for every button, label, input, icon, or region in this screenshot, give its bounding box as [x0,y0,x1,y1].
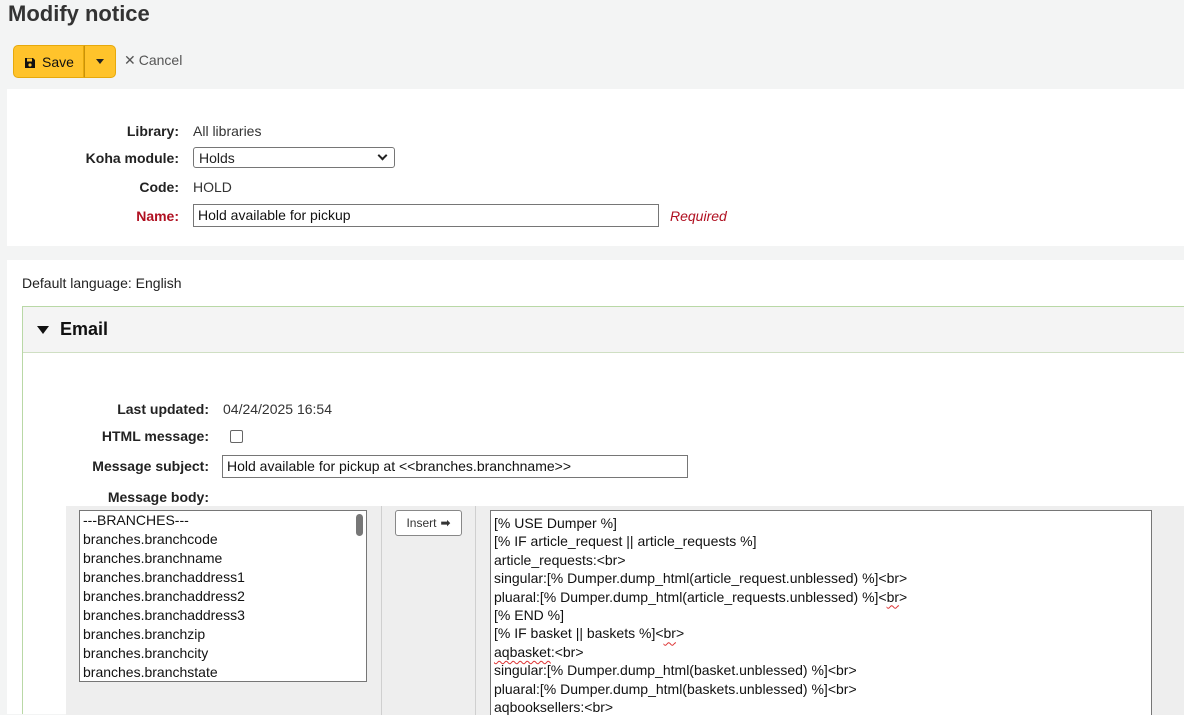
koha-module-value: Holds [199,149,235,166]
email-section-toggle[interactable]: Email [23,307,1184,353]
spellcheck-flagged-text: aqbasket [494,643,551,660]
body-text-segment: [% USE Dumper %] [494,515,617,531]
code-value: HOLD [193,179,232,195]
placeholder-field-option[interactable]: branches.branchcity [80,644,366,663]
message-subject-input[interactable]: Hold available for pickup at <<branches.… [222,455,688,478]
body-text-segment: > [899,588,908,605]
module-row: Koha module: Holds [7,147,1184,174]
save-button-group: Save [13,45,116,78]
placeholder-field-option[interactable]: branches.branchcode [80,530,366,549]
message-body-textarea[interactable]: [% USE Dumper %] [% IF article_request ||… [490,510,1152,715]
message-subject-label: Message subject: [92,458,209,474]
cancel-label: Cancel [138,52,183,68]
body-text-segment: :<br> [580,699,614,715]
module-label: Koha module: [85,150,179,166]
code-label: Code: [139,179,179,195]
message-body-line: [% USE Dumper %] [494,514,1148,532]
spellcheck-flagged-text: br [663,625,676,642]
library-label: Library: [126,123,179,139]
required-note: Required [670,208,727,224]
message-body-line: aqbasket:<br> [494,643,1148,661]
cancel-link[interactable]: ✕ Cancel [124,52,182,69]
name-input[interactable]: Hold available for pickup [193,204,659,227]
library-row: Library: All libraries [7,123,1184,147]
save-button-label: Save [42,53,74,70]
placeholder-fields-list[interactable]: ---BRANCHES--- branches.branchcode branche… [79,510,367,682]
close-icon: ✕ [124,52,136,68]
body-text-segment: [% END %] [494,607,565,624]
placeholder-field-option[interactable]: branches.branchstate [80,663,366,681]
name-label: Name: [136,208,179,224]
placeholder-field-option[interactable]: branches.branchzip [80,625,366,644]
email-section: Email Last updated: 04/24/2025 16:54 HTM… [22,306,1184,715]
html-message-checkbox[interactable] [230,430,243,443]
floppy-disk-icon [24,56,36,68]
body-text-segment: [% IF article_request || article_request… [494,533,757,550]
message-body-line: pluaral:[% Dumper.dump_html(article_requ… [494,588,1148,606]
default-language-value: English [135,275,182,291]
body-text-segment: article_requests:<br> [494,551,626,568]
default-language: Default language: English [22,275,182,291]
last-updated-label: Last updated: [117,401,209,417]
email-heading: Email [60,319,109,339]
save-options-dropdown[interactable] [84,45,116,78]
body-text-segment: > [675,625,685,642]
last-updated-value: 04/24/2025 16:54 [223,401,332,417]
message-body-line: [% IF article_request || article_request… [494,532,1148,550]
spellcheck-flagged-text: aqbooksellers [494,699,581,715]
default-language-label: Default language: [22,275,132,291]
placeholder-field-option[interactable]: ---BRANCHES--- [80,511,366,530]
message-body-line: singular:[% Dumper.dump_html(article_req… [494,569,1148,587]
body-text-segment: pluaral:[% Dumper.dump_html(article_requ… [494,588,887,605]
page-title: Modify notice [8,1,150,26]
message-body-line: aqbooksellers:<br> [494,698,1148,715]
name-row: Name: Hold available for pickup Required [7,204,1184,232]
message-body-line: singular:[% Dumper.dump_html(basket.unbl… [494,661,1148,679]
html-message-label: HTML message: [101,428,209,444]
save-button[interactable]: Save [13,45,84,78]
chevron-down-icon [377,150,388,161]
caret-down-icon [37,325,49,334]
placeholder-field-option[interactable]: branches.branchname [80,549,366,568]
insert-button-label: Insert [406,516,437,530]
insert-button[interactable]: Insert ➡ [395,510,462,536]
message-panel: Default language: English Email Last upd… [7,260,1184,715]
message-body-area: ---BRANCHES--- branches.branchcode branche… [66,506,1184,715]
notice-details-panel: Library: All libraries Koha module: Hold… [7,89,1184,246]
koha-module-select[interactable]: Holds [193,147,395,168]
message-body-line: pluaral:[% Dumper.dump_html(baskets.unbl… [494,680,1148,698]
message-body-label: Message body: [107,489,209,505]
body-text-segment: singular:[% Dumper.dump_html(basket.unbl… [494,662,857,679]
placeholder-field-option[interactable]: branches.branchaddress3 [80,606,366,625]
placeholder-field-option[interactable]: branches.branchaddress1 [80,568,366,587]
column-divider [475,506,476,715]
caret-down-icon [96,59,104,64]
body-text-segment: [% IF basket || baskets %]< [494,625,664,642]
spellcheck-flagged-text: br [886,588,900,605]
body-text-segment: :<br> [550,643,584,660]
code-row: Code: HOLD [7,179,1184,203]
library-value: All libraries [193,123,262,139]
placeholder-field-option[interactable]: branches.branchaddress2 [80,587,366,606]
message-body-line: article_requests:<br> [494,551,1148,569]
scrollbar-thumb[interactable] [356,514,363,536]
body-text-segment: singular:[% Dumper.dump_html(article_req… [494,570,908,587]
arrow-right-icon: ➡ [440,516,451,530]
column-divider [381,506,382,715]
body-text-segment: pluaral:[% Dumper.dump_html(baskets.unbl… [494,680,857,697]
message-body-line: [% END %] [494,606,1148,624]
message-body-line: [% IF basket || baskets %]<br> [494,624,1148,642]
